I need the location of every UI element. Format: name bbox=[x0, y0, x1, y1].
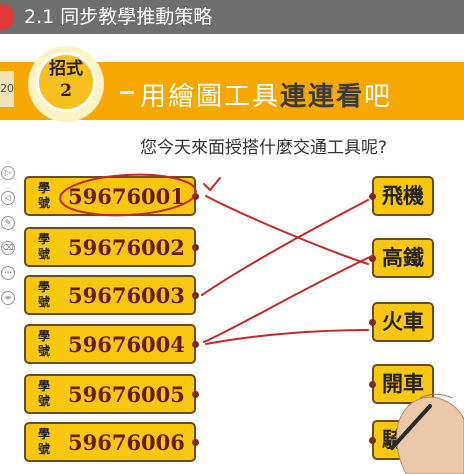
vehicle-label: 開車 bbox=[382, 371, 424, 396]
back-icon[interactable]: ◁ bbox=[1, 191, 15, 205]
vehicle-label: 火車 bbox=[382, 309, 424, 334]
student-id-number: 59676003 bbox=[68, 283, 185, 308]
channel-avatar-icon[interactable] bbox=[0, 4, 14, 30]
student-id-number: 59676002 bbox=[68, 235, 185, 260]
slide-heading: 用繪圖工具連連看吧 bbox=[140, 76, 392, 113]
student-card[interactable]: 學號 59676002 bbox=[24, 227, 199, 267]
bulb-caption-line1: 招式 bbox=[49, 59, 83, 79]
connector-dot[interactable] bbox=[192, 341, 199, 348]
student-id-number: 59676006 bbox=[68, 430, 185, 455]
student-id-number: 59676004 bbox=[68, 332, 185, 357]
video-title-bar: 2.1 同步教學推動策略 bbox=[0, 0, 464, 34]
vehicle-label: 高鐵 bbox=[382, 245, 424, 270]
vehicle-card[interactable]: 開車 bbox=[369, 364, 434, 404]
connector-dot[interactable] bbox=[369, 437, 376, 444]
connector-dot[interactable] bbox=[192, 292, 199, 299]
student-id-number: 59676001 bbox=[68, 184, 185, 209]
pen-icon[interactable]: ✎ bbox=[1, 216, 15, 230]
connector-dot[interactable] bbox=[192, 391, 199, 398]
question-text: 您今天來面授搭什麼交通工具呢? bbox=[140, 138, 388, 158]
connector-dot[interactable] bbox=[369, 319, 376, 326]
bulb-caption: 招式 2 bbox=[36, 58, 96, 102]
student-id-label: 學號 bbox=[38, 280, 51, 309]
student-id-number: 59676005 bbox=[68, 382, 185, 407]
slide-number-badge: 20 bbox=[0, 71, 14, 107]
heading-strong: 連連看 bbox=[280, 82, 365, 112]
student-card[interactable]: 學號 59676006 bbox=[24, 422, 199, 462]
play-icon[interactable]: ▷ bbox=[1, 166, 15, 180]
match-line bbox=[201, 199, 369, 296]
student-card[interactable]: 學號 59676001 bbox=[24, 176, 199, 216]
vehicle-card[interactable]: 高鐵 bbox=[369, 238, 434, 278]
vehicle-card[interactable]: 飛機 bbox=[369, 176, 434, 216]
student-id-label: 學號 bbox=[38, 329, 51, 358]
connector-dot[interactable] bbox=[192, 244, 199, 251]
connector-dot[interactable] bbox=[369, 381, 376, 388]
menu-icon[interactable]: ≡ bbox=[1, 291, 15, 305]
bulb-caption-line2: 2 bbox=[60, 81, 72, 101]
connector-dot[interactable] bbox=[192, 193, 199, 200]
check-mark-icon bbox=[203, 177, 221, 192]
banner-dash bbox=[120, 91, 134, 94]
student-id-label: 學號 bbox=[38, 379, 51, 408]
drawing-toolbar: ▷ ◁ ✎ ⌫ ⋯ ≡ bbox=[0, 166, 15, 316]
connector-dot[interactable] bbox=[369, 193, 376, 200]
match-line bbox=[205, 329, 369, 345]
vehicle-card[interactable]: 火車 bbox=[369, 302, 434, 342]
connector-dot[interactable] bbox=[369, 255, 376, 262]
vehicle-card[interactable]: 騎車 bbox=[369, 420, 434, 460]
match-line bbox=[205, 195, 369, 265]
video-title[interactable]: 2.1 同步教學推動策略 bbox=[24, 5, 212, 29]
heading-plain: 用繪圖工具 bbox=[140, 82, 281, 112]
vehicle-label: 騎車 bbox=[382, 427, 424, 452]
connector-dot[interactable] bbox=[192, 439, 199, 446]
heading-tail: 吧 bbox=[364, 82, 393, 112]
match-line bbox=[203, 255, 373, 343]
more-icon[interactable]: ⋯ bbox=[1, 266, 15, 280]
eraser-icon[interactable]: ⌫ bbox=[1, 241, 15, 255]
student-card[interactable]: 學號 59676003 bbox=[24, 275, 199, 315]
student-card[interactable]: 學號 59676004 bbox=[24, 324, 199, 364]
student-card[interactable]: 學號 59676005 bbox=[24, 374, 199, 414]
student-id-label: 學號 bbox=[38, 181, 51, 210]
student-id-label: 學號 bbox=[38, 232, 51, 261]
vehicle-label: 飛機 bbox=[382, 183, 424, 208]
student-id-label: 學號 bbox=[38, 427, 51, 456]
